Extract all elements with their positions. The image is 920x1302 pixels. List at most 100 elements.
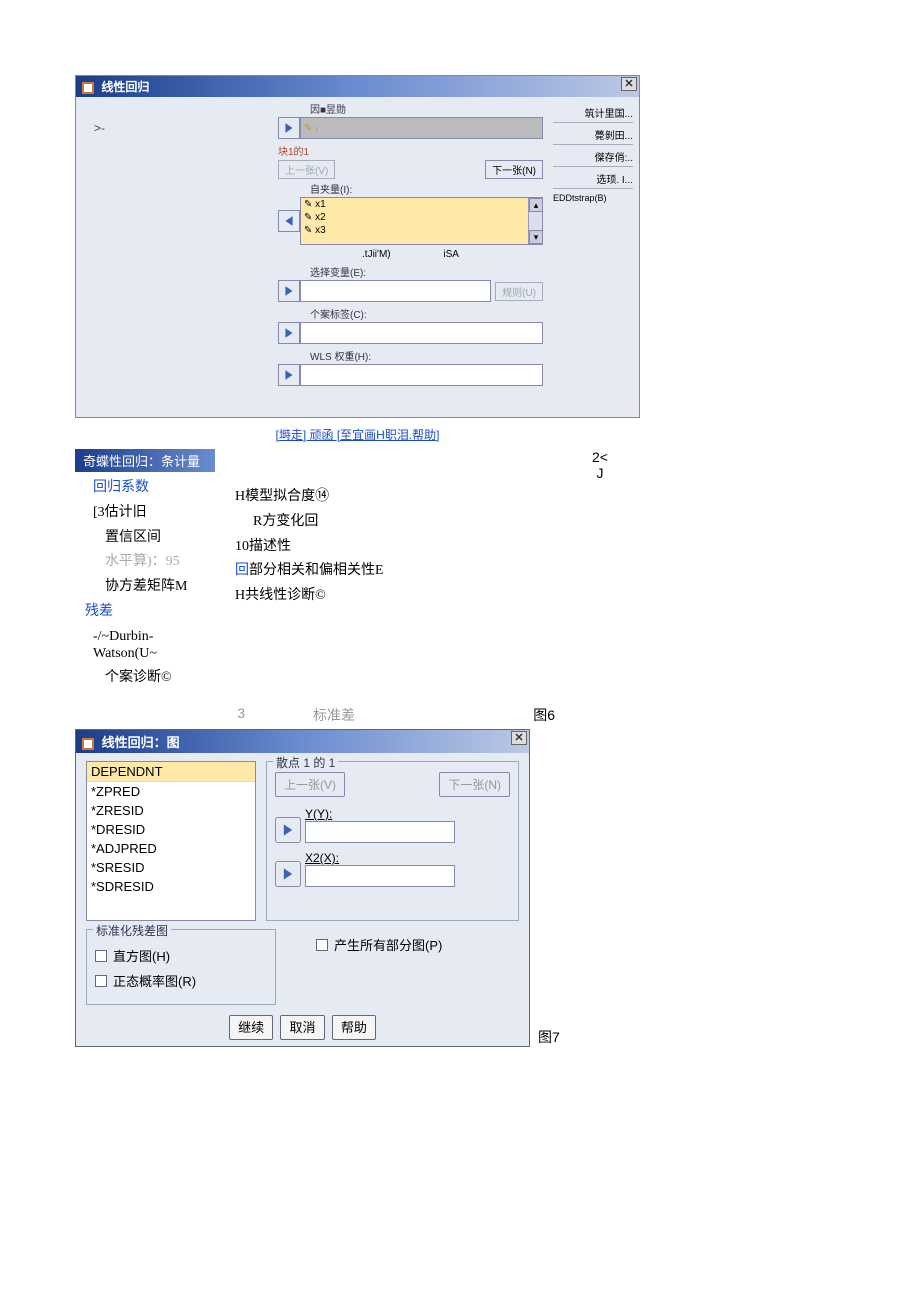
close-icon[interactable]: ✕ <box>511 731 527 745</box>
plots-dialog: 线性回归：图 ✕ DEPENDNT *ZPRED *ZRESID *DRESID… <box>75 729 530 1047</box>
dependent-field[interactable]: ✎ y <box>300 117 543 139</box>
list-item[interactable]: *SDRESID <box>87 877 255 896</box>
cancel-button[interactable]: 取消 <box>280 1015 324 1040</box>
all-partial-checkbox[interactable]: 产生所有部分图(P) <box>316 935 519 954</box>
pencil-icon: ✎ <box>304 199 312 210</box>
independent-list[interactable]: ✎ x1 ✎ x2 ✎ x3 ▴ ▾ <box>300 197 543 245</box>
top-x: 2< <box>592 449 608 465</box>
dlg2-title: 线性回归：图 <box>102 735 180 750</box>
x-axis-label: X2(X): <box>305 851 455 865</box>
indep-item: x2 <box>315 212 326 223</box>
list-item[interactable]: *SRESID <box>87 858 255 877</box>
move-wls-button[interactable] <box>278 364 300 386</box>
rsqchange-option: R方变化回 <box>253 514 845 531</box>
y-axis-label: Y(Y): <box>305 807 455 821</box>
next-scatter-button[interactable]: 下一张(N) <box>439 772 510 797</box>
prev-block-button[interactable]: 上一张(V) <box>278 160 335 179</box>
next-block-button[interactable]: 下一张(N) <box>485 160 543 179</box>
normal-prob-checkbox[interactable]: 正态概率图(R) <box>95 971 267 990</box>
stats-title: 奇蝶性回归：条计量 <box>75 449 215 472</box>
save-button[interactable]: 傑存俏:.. <box>553 147 633 167</box>
dlg1-title: 线性回归 <box>101 80 149 94</box>
block-label: 块1的1 <box>278 143 543 158</box>
covmat-option: 协方差矩阵M <box>105 579 215 596</box>
indep-item: x3 <box>315 225 326 236</box>
selection-field[interactable] <box>300 280 491 302</box>
options-button[interactable]: 选顼. I... <box>553 169 633 189</box>
level-option: 水平算)：95 <box>105 554 215 571</box>
durbin-watson-option: -/~Durbin-Watson(U~ <box>93 629 215 663</box>
ci-option: 置信区间 <box>105 530 215 547</box>
checkbox-icon <box>316 939 328 951</box>
dlg1-footer: [塒走] 顽函 [至宜画H职泪.帮助] <box>75 426 640 443</box>
list-item[interactable]: *ADJPRED <box>87 839 255 858</box>
outlier-threshold: 3 <box>75 705 245 725</box>
top-j: J <box>597 465 604 481</box>
histogram-checkbox[interactable]: 直方图(H) <box>95 946 267 965</box>
move-case-button[interactable] <box>278 322 300 344</box>
move-dependent-button[interactable] <box>278 117 300 139</box>
statistics-block: 奇蝶性回归：条计量 回归系数 [3估计旧 置信区间 水平算)：95 协方差矩阵M… <box>75 449 845 695</box>
list-item[interactable]: *ZPRED <box>87 782 255 801</box>
scroll-up-icon[interactable]: ▴ <box>529 198 543 212</box>
std-resid-frame-title: 标准化残差图 <box>93 922 171 939</box>
residuals-heading: 残差 <box>85 604 215 621</box>
app-icon <box>82 82 94 94</box>
scroll-down-icon[interactable]: ▾ <box>529 230 543 244</box>
model-fit-option: H模型拟合度⑭ <box>235 489 845 506</box>
descriptives-option: 10描述性 <box>235 539 845 556</box>
linear-regression-dialog: 线性回归 ✕ >- 筑计里国... 薨剝田... 傑存俏:.. 选顼. I...… <box>75 75 640 418</box>
left-marker: >- <box>94 121 105 135</box>
app-icon <box>82 738 94 750</box>
selection-label: 选择变量(E): <box>310 264 543 279</box>
case-label-label: 个案标签(C): <box>310 306 543 321</box>
statistics-button[interactable]: 筑计里国... <box>553 103 633 123</box>
x-axis-field[interactable] <box>305 865 455 887</box>
right-button-panel: 筑计里国... 薨剝田... 傑存俏:.. 选顼. I... EDDtstrap… <box>553 103 633 207</box>
method-label: .tJii'M) <box>362 249 391 260</box>
move-selection-button[interactable] <box>278 280 300 302</box>
plot-variable-list[interactable]: DEPENDNT *ZPRED *ZRESID *DRESID *ADJPRED… <box>86 761 256 921</box>
move-x-button[interactable] <box>275 861 301 887</box>
help-button[interactable]: 帮助 <box>332 1015 376 1040</box>
y-axis-field[interactable] <box>305 821 455 843</box>
move-y-button[interactable] <box>275 817 301 843</box>
method-value: iSA <box>443 249 459 260</box>
list-item-selected[interactable]: DEPENDNT <box>87 762 255 782</box>
move-independent-button[interactable] <box>278 210 300 232</box>
wls-field[interactable] <box>300 364 543 386</box>
plots-button[interactable]: 薨剝田... <box>553 125 633 145</box>
pencil-icon: ✎ <box>304 123 312 134</box>
dlg1-titlebar[interactable]: 线性回归 ✕ <box>76 76 639 97</box>
checkbox-icon <box>95 975 107 987</box>
estimates-option: [3估计旧 <box>93 505 215 522</box>
scrollbar[interactable]: ▴ ▾ <box>528 198 542 244</box>
prev-scatter-button[interactable]: 上一张(V) <box>275 772 345 797</box>
pencil-icon: ✎ <box>304 212 312 223</box>
footer-links[interactable]: [塒走] 顽函 [至宜画H职泪.帮助] <box>275 428 439 442</box>
scatter-frame-title: 散点 1 的 1 <box>273 754 338 771</box>
std-resid-plot-frame: 标准化残差图 直方图(H) 正态概率图(R) <box>86 929 276 1005</box>
dlg2-titlebar[interactable]: 线性回归：图 ✕ <box>76 730 529 753</box>
reg-coef-heading: 回归系数 <box>93 480 215 497</box>
continue-button[interactable]: 继续 <box>229 1015 273 1040</box>
dependent-label: 因■昱勋 <box>310 101 543 116</box>
independent-label: 自夹量(I): <box>310 181 543 196</box>
all-partial-label: 产生所有部分图(P) <box>334 935 442 954</box>
scatter-frame: 散点 1 的 1 上一张(V) 下一张(N) Y(Y): <box>266 761 519 921</box>
indep-item: x1 <box>315 199 326 210</box>
rule-button[interactable]: 规则(U) <box>495 282 543 301</box>
close-icon[interactable]: ✕ <box>621 77 637 91</box>
checkbox-icon <box>95 950 107 962</box>
normal-prob-label: 正态概率图(R) <box>113 971 196 990</box>
collinearity-option: H共线性诊断© <box>235 588 845 605</box>
part-corr-option: 回回部分相关和偏相关性E部分相关和偏相关性E <box>235 563 845 580</box>
histogram-label: 直方图(H) <box>113 946 170 965</box>
list-item[interactable]: *ZRESID <box>87 801 255 820</box>
list-item[interactable]: *DRESID <box>87 820 255 839</box>
pencil-icon: ✎ <box>304 225 312 236</box>
case-label-field[interactable] <box>300 322 543 344</box>
figure6-label: 图6 <box>355 705 555 725</box>
dependent-value: y <box>314 123 319 134</box>
bootstrap-button[interactable]: EDDtstrap(B) <box>553 191 633 205</box>
